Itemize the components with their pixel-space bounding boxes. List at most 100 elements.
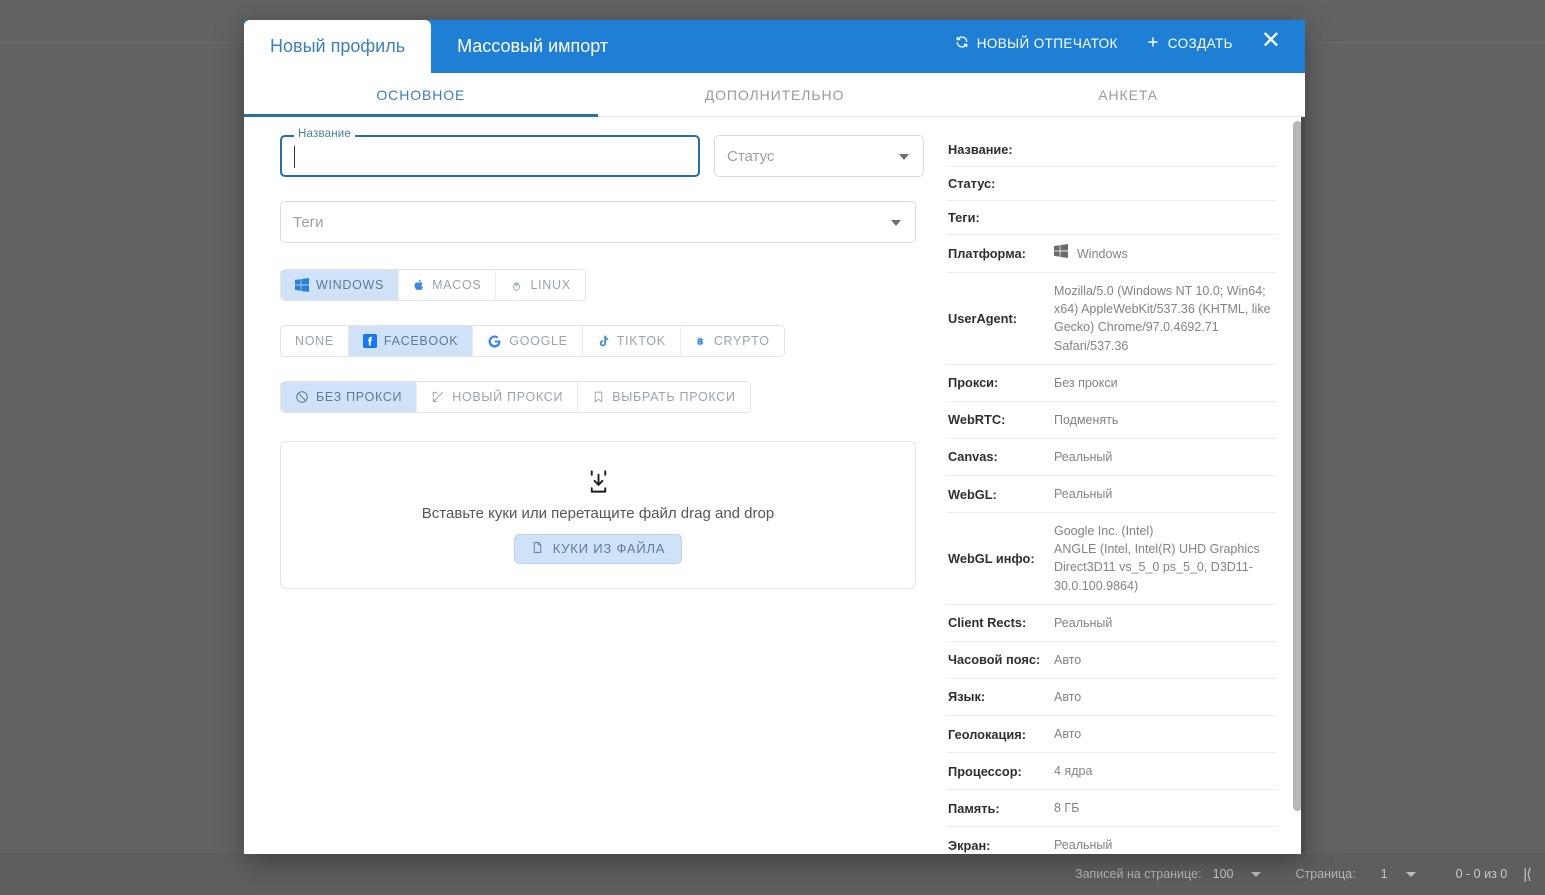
tab-bulk-import-label: Массовый импорт <box>457 36 609 56</box>
rows-per-page-value: 100 <box>1212 867 1234 881</box>
tab-bulk-import[interactable]: Массовый импорт <box>431 20 634 73</box>
file-icon <box>531 540 544 558</box>
dialog-header: Новый профиль Массовый импорт НОВЫЙ ОТПЕ… <box>244 20 1305 73</box>
new-fingerprint-label: НОВЫЙ ОТПЕЧАТОК <box>976 35 1118 51</box>
summary-label-client-rects: Client Rects: <box>948 615 1027 631</box>
tab-osnovnoe[interactable]: ОСНОВНОЕ <box>244 73 598 117</box>
chevron-down-icon <box>891 220 901 226</box>
site-option-crypto-label: CRYPTO <box>713 334 770 348</box>
new-profile-dialog: Новый профиль Массовый импорт НОВЫЙ ОТПЕ… <box>244 20 1305 854</box>
rows-per-page-label: Записей на странице: <box>1075 867 1202 881</box>
pagination-status-bar: Записей на странице: 100 Страница: 1 0 -… <box>0 853 1545 895</box>
page-control[interactable]: Страница: 1 <box>1295 867 1416 881</box>
summary-label-canvas: Canvas: <box>948 449 998 465</box>
tiktok-icon <box>597 334 610 348</box>
windows-icon <box>295 278 309 292</box>
facebook-icon <box>362 334 377 348</box>
summary-value-tags <box>1054 201 1277 235</box>
tab-new-profile[interactable]: Новый профиль <box>244 20 432 73</box>
google-icon <box>487 334 502 349</box>
os-option-macos[interactable]: MACOS <box>399 270 497 300</box>
summary-label-timezone: Часовой пояс: <box>948 652 1041 668</box>
summary-value-proxy: Без прокси <box>1054 375 1118 390</box>
profile-summary-panel: Название: Статус: Теги: Платформа: Windo… <box>934 117 1305 854</box>
summary-value-screen: Реальный <box>1054 838 1113 853</box>
tab-new-profile-label: Новый профиль <box>270 36 406 56</box>
first-page-icon[interactable]: |⟨ <box>1523 865 1532 883</box>
site-option-google[interactable]: GOOGLE <box>473 326 583 356</box>
no-proxy-icon <box>295 390 309 404</box>
summary-label-useragent: UserAgent: <box>948 310 1017 326</box>
proxy-option-select-label: ВЫБРАТЬ ПРОКСИ <box>612 390 736 404</box>
cookies-dropzone[interactable]: Вставьте куки или перетащите файл drag a… <box>280 441 916 589</box>
summary-label-proxy: Прокси: <box>948 375 999 391</box>
profile-summary-table: Название: Статус: Теги: Платформа: Windo… <box>946 133 1277 854</box>
table-row: Теги: <box>946 201 1277 235</box>
site-preset-group: NONE FACEBOOK GOOGLE TIKTOK ฿ CRYPTO <box>280 325 785 357</box>
rows-per-page-control[interactable]: Записей на странице: 100 <box>1075 867 1262 881</box>
table-row: Экран: Реальный <box>946 827 1277 854</box>
summary-label-memory: Память: <box>948 800 1000 816</box>
name-field-label: Название <box>294 128 355 140</box>
page-label: Страница: <box>1295 867 1356 881</box>
table-row: Процессор: 4 ядра <box>946 753 1277 790</box>
status-select-placeholder: Статус <box>727 147 775 165</box>
proxy-option-none[interactable]: БЕЗ ПРОКСИ <box>281 382 418 412</box>
profile-form: Название Статус Теги WINDOWS MACOS LINUX… <box>244 117 934 854</box>
edit-icon <box>431 390 445 404</box>
summary-label-platform: Платформа: <box>948 246 1026 262</box>
site-option-tiktok[interactable]: TIKTOK <box>582 326 681 356</box>
summary-label-language: Язык: <box>948 689 986 705</box>
summary-value-memory: 8 ГБ <box>1054 801 1080 816</box>
summary-label-cpu: Процессор: <box>948 763 1022 779</box>
proxy-option-new[interactable]: НОВЫЙ ПРОКСИ <box>417 382 579 412</box>
status-select[interactable]: Статус <box>714 135 924 177</box>
summary-label-webgl-info: WebGL инфо: <box>948 550 1035 566</box>
dialog-subtabs: ОСНОВНОЕ ДОПОЛНИТЕЛЬНО АНКЕТА <box>244 73 1305 117</box>
summary-value-client-rects: Реальный <box>1054 615 1113 630</box>
table-row: Платформа: Windows <box>946 235 1277 273</box>
svg-text:฿: ฿ <box>697 337 704 348</box>
site-option-facebook[interactable]: FACEBOOK <box>348 326 474 356</box>
dialog-body: Название Статус Теги WINDOWS MACOS LINUX… <box>244 117 1305 854</box>
os-option-windows[interactable]: WINDOWS <box>281 270 400 300</box>
table-row: Статус: <box>946 167 1277 201</box>
site-option-none-label: NONE <box>295 334 334 348</box>
summary-value-timezone: Авто <box>1054 652 1082 667</box>
apple-icon <box>413 278 425 292</box>
site-option-tiktok-label: TIKTOK <box>616 334 666 348</box>
chevron-down-icon[interactable] <box>1405 871 1416 877</box>
summary-value-useragent: Mozilla/5.0 (Windows NT 10.0; Win64; x64… <box>1054 284 1271 353</box>
linux-icon <box>510 278 523 292</box>
refresh-icon <box>955 35 969 52</box>
table-row: Язык: Авто <box>946 678 1277 716</box>
chevron-down-icon[interactable] <box>1251 871 1262 877</box>
proxy-option-none-label: БЕЗ ПРОКСИ <box>316 390 403 404</box>
tags-select[interactable]: Теги <box>280 201 916 243</box>
os-option-linux[interactable]: LINUX <box>496 270 585 300</box>
cookies-from-file-button[interactable]: КУКИ ИЗ ФАЙЛА <box>513 533 683 564</box>
close-icon[interactable]: ✕ <box>1247 27 1291 59</box>
proxy-option-select[interactable]: ВЫБРАТЬ ПРОКСИ <box>578 382 750 412</box>
site-option-crypto[interactable]: ฿ CRYPTO <box>680 326 784 356</box>
create-button[interactable]: СОЗДАТЬ <box>1132 29 1247 58</box>
proxy-option-new-label: НОВЫЙ ПРОКСИ <box>452 390 564 404</box>
chevron-down-icon <box>899 154 909 160</box>
summary-label-webrtc: WebRTC: <box>948 412 1006 428</box>
summary-value-webrtc: Подменять <box>1054 412 1119 427</box>
new-fingerprint-button[interactable]: НОВЫЙ ОТПЕЧАТОК <box>941 29 1132 58</box>
table-row: WebRTC: Подменять <box>946 401 1277 439</box>
summary-value-language: Авто <box>1054 689 1082 704</box>
tab-anketa[interactable]: АНКЕТА <box>951 73 1305 116</box>
site-option-none[interactable]: NONE <box>281 326 349 356</box>
table-row: Прокси: Без прокси <box>946 364 1277 402</box>
table-row: Память: 8 ГБ <box>946 790 1277 827</box>
tags-select-placeholder: Теги <box>293 213 324 231</box>
dialog-right-edge <box>1301 117 1305 854</box>
summary-value-status <box>1054 167 1277 201</box>
name-status-row: Название Статус <box>280 128 934 177</box>
tab-dopolnitelno[interactable]: ДОПОЛНИТЕЛЬНО <box>598 73 952 116</box>
name-field[interactable]: Название <box>280 128 700 177</box>
download-icon <box>585 467 612 501</box>
summary-value-platform: Windows <box>1077 246 1128 261</box>
